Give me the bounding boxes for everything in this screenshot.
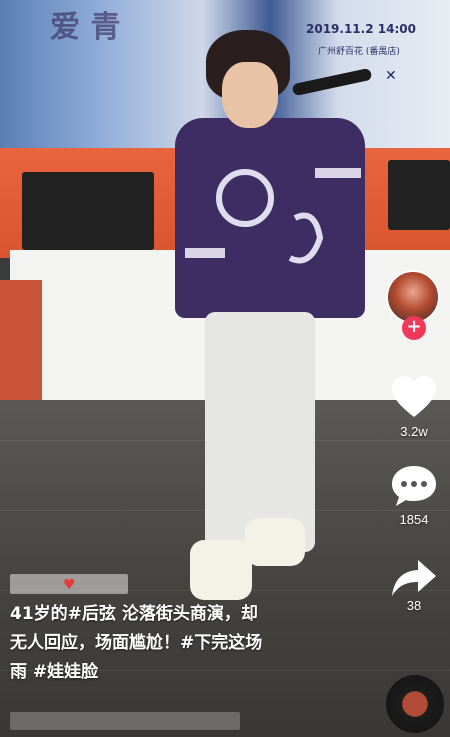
hashtag-xiawan[interactable]: #下完这场: [180, 633, 262, 653]
share-button[interactable]: [390, 556, 438, 600]
music-info-blurred[interactable]: [10, 712, 240, 730]
hashtag-houxian[interactable]: #后弦: [68, 604, 116, 624]
video-caption: 41岁的#后弦 沦落街头商演，却 无人回应，场面尴尬！#下完这场 雨 #娃娃脸: [10, 600, 350, 687]
music-disc-icon[interactable]: [386, 675, 444, 733]
share-icon: [392, 560, 436, 596]
mini-heart-icon: ♥: [63, 577, 76, 593]
like-button[interactable]: [390, 375, 438, 419]
follow-plus-icon[interactable]: +: [402, 316, 426, 340]
banner-logo: ✕: [385, 68, 397, 84]
comment-count: 1854: [399, 512, 429, 527]
performer-pants: [205, 312, 315, 552]
performer-shoe-left: [190, 540, 252, 600]
caption-text-2: 沦落街头商演，却: [115, 604, 258, 624]
performer-sweater: [175, 118, 365, 318]
performer-shoe-right: [245, 518, 305, 566]
performer-face: [222, 62, 278, 128]
banner-date: 2019.11.2 14:00: [306, 22, 416, 36]
like-count: 3.2w: [400, 424, 428, 439]
share-count: 38: [406, 598, 422, 613]
comment-button[interactable]: [390, 464, 438, 508]
caption-text-3: 无人回应，场面尴尬！: [10, 633, 180, 653]
banner-venue: 广州舒百花 (番禺店): [318, 47, 400, 57]
hashtag-xiawan-cont[interactable]: 雨: [10, 662, 27, 682]
caption-text-1: 41岁的: [10, 604, 68, 624]
banner-calligraphy: 爱 青: [50, 10, 121, 45]
hashtag-wawalian[interactable]: #娃娃脸: [33, 662, 98, 682]
comment-icon: [392, 466, 436, 506]
heart-icon: [392, 376, 436, 417]
speaker-left: [22, 172, 154, 250]
speaker-right: [388, 160, 450, 230]
